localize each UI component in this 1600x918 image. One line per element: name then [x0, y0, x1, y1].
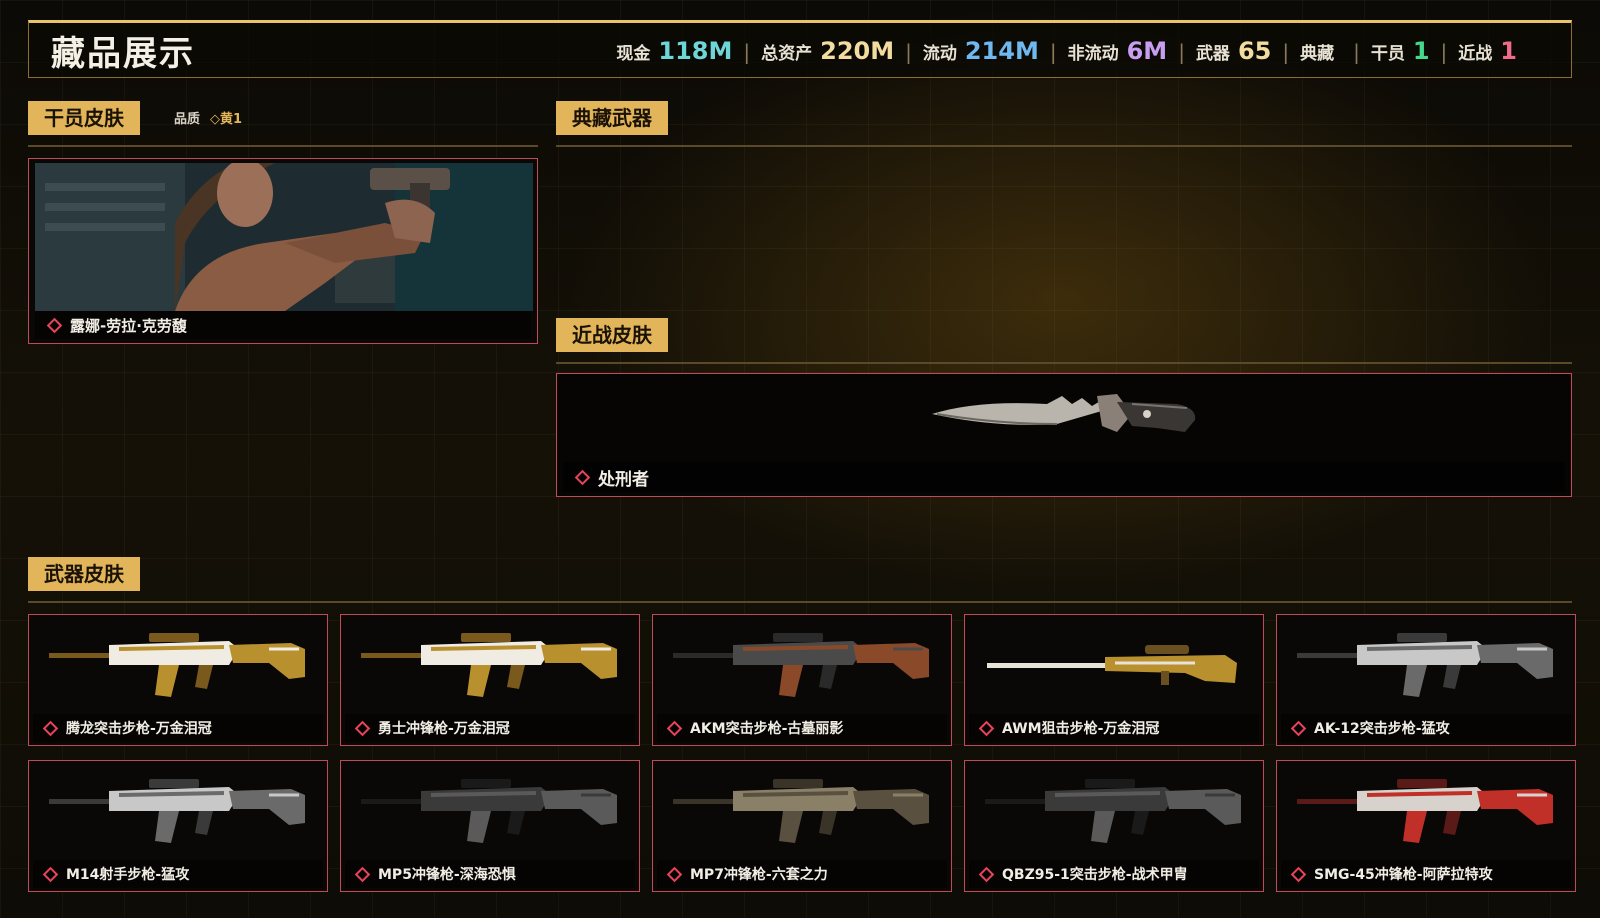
weapon-skin-card[interactable]: M14射手步枪-猛攻 [28, 760, 328, 892]
section-weapon-skin: 武器皮肤 [28, 557, 140, 591]
stat-item: 总资产 220M [761, 37, 894, 65]
operator-skin-caption: 露娜-劳拉·克劳馥 [35, 311, 531, 339]
weapon-skin-card[interactable]: QBZ95-1突击步枪-战术甲胄 [964, 760, 1264, 892]
diamond-icon [666, 866, 683, 882]
weapon-skin-card[interactable]: 腾龙突击步枪-万金泪冠 [28, 614, 328, 746]
section-melee-skin: 近战皮肤 [556, 318, 668, 352]
weapon-skin-card[interactable]: MP5冲锋枪-深海恐惧 [340, 760, 640, 892]
weapon-skin-caption: 勇士冲锋枪-万金泪冠 [345, 714, 635, 742]
stat-item: 武器 65 [1196, 37, 1271, 65]
stat-value: 220M [820, 37, 895, 65]
stat-separator: | [1353, 40, 1360, 64]
diamond-icon [978, 720, 995, 736]
stat-label: 现金 [616, 44, 651, 64]
stat-label: 非流动 [1067, 44, 1119, 64]
stat-value: 118M [658, 37, 733, 65]
weapon-skin-card[interactable]: AK-12突击步枪-猛攻 [1276, 614, 1576, 746]
section-collection-weapon: 典藏武器 [556, 101, 668, 135]
weapon-skin-card[interactable]: SMG-45冲锋枪-阿萨拉特攻 [1276, 760, 1576, 892]
diamond-icon [1290, 866, 1307, 882]
quality-label: 品质 [174, 112, 201, 127]
weapon-skin-caption: AKM突击步枪-古墓丽影 [657, 714, 947, 742]
weapon-skin-card[interactable]: AWM狙击步枪-万金泪冠 [964, 614, 1264, 746]
melee-skin-name: 处刑者 [598, 469, 649, 490]
weapon-skin-caption: SMG-45冲锋枪-阿萨拉特攻 [1281, 860, 1571, 888]
stat-label: 近战 [1458, 44, 1493, 64]
weapon-skin-card[interactable]: AKM突击步枪-古墓丽影 [652, 614, 952, 746]
quality-value: ◇黄1 [210, 112, 243, 127]
divider [28, 145, 538, 147]
stat-item: 非流动 6M [1068, 37, 1168, 65]
weapon-skin-name: 勇士冲锋枪-万金泪冠 [378, 721, 510, 737]
divider [556, 362, 1572, 364]
weapon-skin-name: AK-12突击步枪-猛攻 [1314, 721, 1450, 737]
diamond-icon [574, 469, 591, 485]
knife-icon [932, 394, 1196, 432]
stat-item: 典藏 [1300, 39, 1342, 64]
diamond-icon [978, 866, 995, 882]
stat-value: 1 [1500, 37, 1517, 65]
stat-label: 流动 [922, 44, 957, 64]
stat-separator: | [1282, 40, 1290, 64]
weapon-skin-caption: 腾龙突击步枪-万金泪冠 [33, 714, 323, 742]
page-title: 藏品展示 [51, 33, 195, 74]
weapon-skin-caption: MP7冲锋枪-六套之力 [657, 860, 947, 888]
stat-item: 流动 214M [923, 37, 1039, 65]
stat-value: 1 [1412, 37, 1430, 65]
weapon-skin-name: SMG-45冲锋枪-阿萨拉特攻 [1314, 867, 1493, 883]
stats-bar: 现金 118M | 总资产 220M | 流动 214M | 非流动 6M | 武器 65 | 典藏 | 干员 1 |… [616, 37, 1517, 65]
weapon-skin-caption: MP5冲锋枪-深海恐惧 [345, 860, 635, 888]
stat-label: 武器 [1195, 44, 1230, 64]
diamond-icon [42, 720, 59, 736]
diamond-icon [354, 866, 371, 882]
diamond-icon [42, 866, 59, 882]
weapon-skin-card[interactable]: 勇士冲锋枪-万金泪冠 [340, 614, 640, 746]
operator-skin-name: 露娜-劳拉·克劳馥 [70, 316, 187, 335]
stat-label: 总资产 [761, 44, 813, 64]
diamond-icon [666, 720, 683, 736]
weapon-skin-name: QBZ95-1突击步枪-战术甲胄 [1002, 867, 1188, 883]
stat-value: 214M [964, 37, 1039, 65]
stat-value: 65 [1237, 37, 1272, 65]
section-operator-skin: 干员皮肤 [28, 101, 140, 135]
stat-item: 干员 1 [1371, 37, 1430, 65]
weapon-skin-name: M14射手步枪-猛攻 [66, 867, 190, 883]
weapon-skin-caption: AK-12突击步枪-猛攻 [1281, 714, 1571, 742]
weapon-skin-caption: M14射手步枪-猛攻 [33, 860, 323, 888]
collection-header: 藏品展示 现金 118M | 总资产 220M | 流动 214M | 非流动 6M | 武器 65 | 典藏… [28, 20, 1572, 78]
stat-separator: | [1178, 40, 1185, 64]
quality-indicator: 品质 ◇黄1 [174, 108, 242, 127]
melee-skin-card[interactable]: 处刑者 [556, 373, 1572, 497]
operator-skin-card[interactable]: 露娜-劳拉·克劳馥 [28, 158, 538, 344]
weapon-skin-card[interactable]: MP7冲锋枪-六套之力 [652, 760, 952, 892]
weapon-skin-name: AKM突击步枪-古墓丽影 [690, 721, 844, 737]
weapon-skin-name: MP5冲锋枪-深海恐惧 [378, 867, 516, 883]
stat-separator: | [743, 40, 751, 64]
melee-skin-caption: 处刑者 [563, 462, 1565, 492]
diamond-icon [1290, 720, 1307, 736]
stat-label: 典藏 [1300, 44, 1335, 64]
stat-value: 6M [1126, 37, 1168, 65]
stat-separator: | [1440, 40, 1448, 64]
weapon-skin-name: MP7冲锋枪-六套之力 [690, 867, 828, 883]
weapon-skin-name: AWM狙击步枪-万金泪冠 [1002, 721, 1160, 737]
weapon-skin-name: 腾龙突击步枪-万金泪冠 [66, 721, 212, 737]
divider [28, 601, 1572, 603]
weapon-skin-caption: QBZ95-1突击步枪-战术甲胄 [969, 860, 1259, 888]
stat-item: 现金 118M [616, 37, 732, 65]
quality-value-text: 黄1 [220, 112, 243, 127]
stat-separator: | [905, 40, 912, 64]
diamond-icon [46, 317, 63, 333]
stat-separator: | [1049, 40, 1057, 64]
operator-skin-image [35, 163, 533, 311]
stat-item: 近战 1 [1458, 37, 1517, 65]
stat-label: 干员 [1370, 44, 1405, 64]
diamond-icon [354, 720, 371, 736]
divider [556, 145, 1572, 147]
weapon-skin-caption: AWM狙击步枪-万金泪冠 [969, 714, 1259, 742]
